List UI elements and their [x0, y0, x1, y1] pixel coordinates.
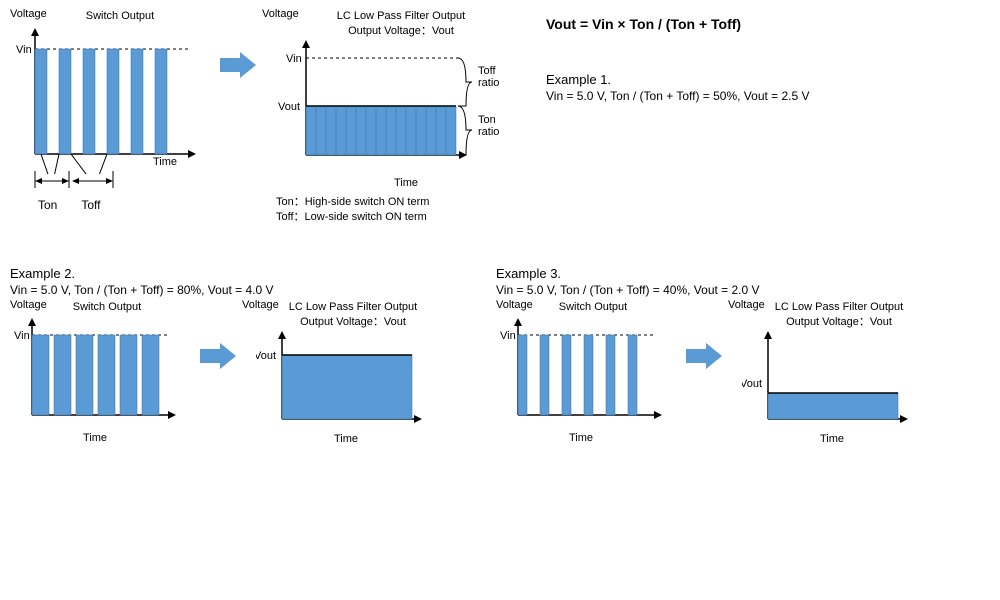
top-filter-chart: Voltage LC Low Pass Filter OutputOutput …	[276, 10, 506, 226]
ex2-filter-chart: Voltage LC Low Pass Filter OutputOutput …	[256, 301, 436, 445]
svg-text:Vin: Vin	[16, 44, 32, 56]
switch-plot: Vin	[10, 24, 200, 174]
top-switch-chart: Voltage Switch Output Vin Time	[10, 10, 200, 212]
example-3: Example 3. Vin = 5.0 V, Ton / (Ton + Tof…	[496, 266, 922, 445]
formula: Vout = Vin × Ton / (Ton + Toff)	[546, 16, 810, 32]
svg-text:Vout: Vout	[278, 101, 300, 113]
ex1-body: Vin = 5.0 V, Ton / (Ton + Toff) = 50%, V…	[546, 89, 810, 103]
ylabel: Voltage	[262, 8, 299, 20]
xlabel: Time	[276, 177, 506, 189]
ex3-head: Example 3.	[496, 266, 922, 281]
formula-block: Vout = Vin × Ton / (Ton + Toff) Example …	[546, 16, 810, 103]
svg-text:Vin: Vin	[14, 330, 30, 342]
toff-ratio-label: Toff ratio	[478, 65, 506, 89]
arrow-icon	[220, 50, 256, 80]
ex3-switch-chart: Voltage Switch Output Vin Time	[496, 301, 666, 444]
ex3-body: Vin = 5.0 V, Ton / (Ton + Toff) = 40%, V…	[496, 283, 922, 297]
svg-text:Vout: Vout	[256, 350, 276, 362]
toff-label: Toff	[81, 198, 100, 212]
ex2-switch-chart: Voltage Switch Output Vin Time	[10, 301, 180, 444]
svg-text:Vin: Vin	[286, 53, 302, 65]
ylabel: Voltage	[10, 8, 47, 20]
svg-text:Vin: Vin	[500, 330, 516, 342]
filter-title: LC Low Pass Filter OutputOutput Voltage：…	[276, 10, 506, 38]
example-2: Example 2. Vin = 5.0 V, Ton / (Ton + Tof…	[10, 266, 436, 445]
arrow-icon	[200, 341, 236, 371]
ex3-filter-chart: Voltage LC Low Pass Filter OutputOutput …	[742, 301, 922, 445]
arrow-icon	[686, 341, 722, 371]
ton-ratio-label: Ton ratio	[478, 114, 506, 138]
ex2-head: Example 2.	[10, 266, 436, 281]
ton-label: Ton	[38, 198, 57, 212]
ex2-body: Vin = 5.0 V, Ton / (Ton + Toff) = 80%, V…	[10, 283, 436, 297]
svg-text:Vout: Vout	[742, 378, 762, 390]
row-top: Voltage Switch Output Vin Time	[10, 10, 990, 226]
filter-plot: Vin Vout	[276, 40, 476, 175]
row-bottom: Example 2. Vin = 5.0 V, Ton / (Ton + Tof…	[10, 266, 990, 445]
definitions: Ton：High-side switch ON term Toff：Low-si…	[276, 195, 506, 226]
ex1-head: Example 1.	[546, 72, 810, 87]
